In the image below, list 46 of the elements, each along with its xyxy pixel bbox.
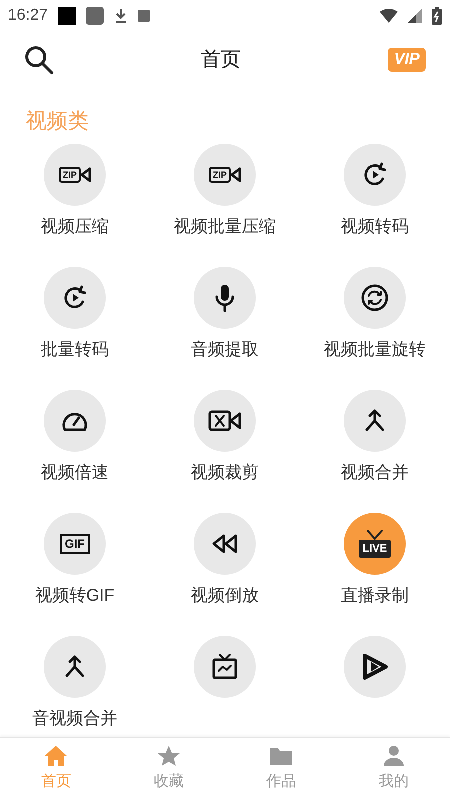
play-icon — [361, 652, 389, 682]
home-icon — [44, 744, 68, 767]
nav-tab[interactable]: 收藏 — [112, 738, 225, 800]
tool-button[interactable]: GIF — [44, 512, 106, 575]
section-title: 视频类 — [26, 110, 89, 133]
tool-button[interactable]: ZIP — [194, 144, 256, 206]
nav-tab[interactable]: 作品 — [225, 738, 338, 800]
tool-label: 音频提取 — [191, 338, 259, 361]
page-title: 首页 — [201, 48, 242, 73]
signal-icon — [408, 9, 422, 23]
tool-label: 音视频合并 — [32, 708, 118, 730]
tool-label: 视频转码 — [341, 216, 409, 238]
tool-label: 视频倒放 — [191, 584, 259, 607]
merge-icon — [63, 654, 87, 680]
microphone-icon — [213, 284, 237, 312]
tool-label: 视频转GIF — [35, 584, 115, 607]
nav-tab[interactable]: 我的 — [338, 738, 450, 800]
rewind-icon — [210, 532, 240, 555]
battery-icon — [432, 7, 442, 25]
gif-icon: GIF — [60, 534, 90, 554]
wifi-icon — [380, 9, 398, 23]
refresh-icon — [361, 284, 389, 312]
video-cut-icon — [208, 410, 242, 432]
person-icon — [382, 744, 406, 767]
nav-tab[interactable]: 首页 — [0, 738, 112, 800]
tool-label: 视频裁剪 — [191, 462, 259, 484]
download-icon — [114, 8, 128, 24]
tool-label: 视频批量压缩 — [174, 216, 276, 238]
tool-button[interactable]: LIVE — [344, 512, 406, 575]
status-time: 16:27 — [8, 6, 48, 26]
keyboard-icon — [138, 10, 150, 22]
tool-button[interactable]: ZIP — [44, 144, 106, 206]
tool-label: 直播录制 — [341, 584, 409, 607]
tool-label: 视频倍速 — [41, 462, 109, 484]
notification-icon — [58, 7, 76, 25]
rotate-play-icon — [362, 160, 388, 188]
merge-icon — [363, 408, 387, 434]
tool-label: 视频合并 — [341, 462, 409, 484]
vip-badge[interactable]: VIP — [388, 48, 426, 72]
search-icon[interactable] — [24, 45, 54, 75]
tool-label: 视频压缩 — [41, 216, 109, 238]
star-icon — [156, 744, 181, 767]
tool-label: 批量转码 — [41, 338, 109, 361]
tv-chart-icon — [211, 652, 239, 681]
tool-label: 视频批量旋转 — [324, 338, 426, 361]
notification-icon — [86, 7, 104, 25]
